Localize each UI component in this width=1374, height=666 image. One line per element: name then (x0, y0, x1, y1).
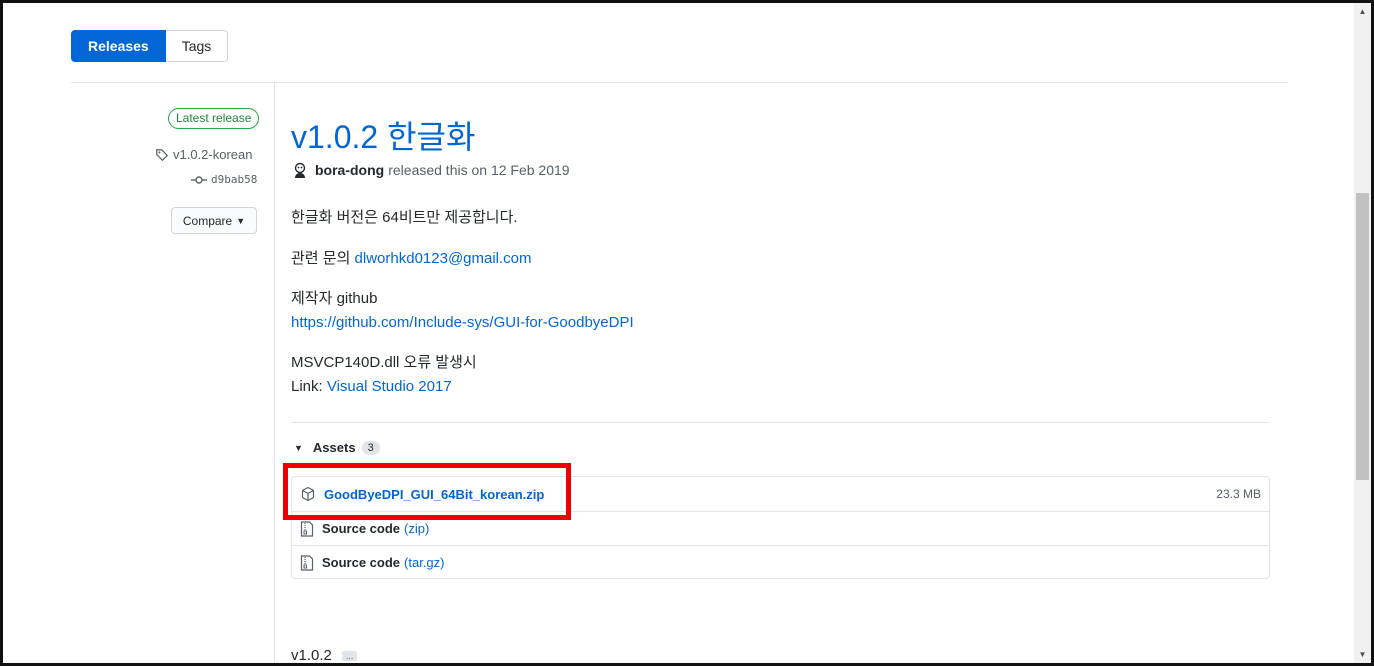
triangle-down-icon: ▼ (294, 442, 303, 453)
github-url-link[interactable]: https://github.com/Include-sys/GUI-for-G… (291, 311, 634, 335)
asset-ext[interactable]: (tar.gz) (404, 555, 444, 570)
contact-email-link[interactable]: dlworhkd0123@gmail.com (355, 250, 532, 267)
next-release-header: v1.0.2 ... (291, 647, 358, 664)
annotation-highlight-box (283, 463, 571, 520)
link-prefix: Link: (291, 378, 327, 395)
file-zip-icon (300, 520, 314, 537)
release-byline: bora-dong released this on 12 Feb 2019 (292, 161, 570, 179)
tag-label: v1.0.2-korean (173, 147, 253, 162)
tab-releases[interactable]: Releases (71, 30, 166, 62)
commit-hash: d9bab58 (211, 173, 258, 186)
scroll-down-arrow-icon[interactable]: ▼ (1354, 646, 1371, 663)
author-link[interactable]: bora-dong (315, 162, 384, 178)
assets-count: 3 (361, 440, 380, 455)
contact-prefix: 관련 문의 (291, 250, 355, 267)
scrollbar-thumb[interactable] (1356, 193, 1369, 480)
compare-button[interactable]: Compare ▼ (171, 207, 257, 234)
release-note-line1: 한글화 버전은 64비트만 제공합니다. (291, 209, 518, 226)
release-tag[interactable]: v1.0.2-korean (155, 147, 253, 162)
asset-ext[interactable]: (zip) (404, 521, 429, 536)
compare-label: Compare (182, 213, 233, 228)
tag-icon (156, 148, 169, 161)
asset-row[interactable]: Source code (tar.gz) (292, 545, 1269, 579)
scroll-up-arrow-icon[interactable]: ▲ (1354, 3, 1371, 20)
github-label: 제작자 github (291, 290, 378, 307)
release-note-contact: 관련 문의 dlworhkd0123@gmail.com (291, 247, 532, 271)
commit-icon (191, 175, 207, 184)
asset-size: 23.3 MB (1216, 487, 1261, 501)
release-tabs: Releases Tags (71, 30, 229, 62)
next-release-title[interactable]: v1.0.2 (291, 647, 332, 664)
assets-divider (291, 422, 1270, 423)
tab-tags[interactable]: Tags (165, 30, 229, 62)
release-date-text: released this on 12 Feb 2019 (388, 162, 570, 178)
file-zip-icon (300, 554, 314, 571)
header-divider (71, 82, 1288, 83)
msvcp-note: MSVCP140D.dll 오류 발생시 (291, 354, 477, 371)
visual-studio-link[interactable]: Visual Studio 2017 (327, 378, 452, 395)
release-note-github: 제작자 github https://github.com/Include-sy… (291, 287, 634, 335)
assets-toggle[interactable]: ▼ Assets 3 (294, 440, 380, 455)
asset-name[interactable]: Source code (322, 555, 400, 570)
assets-label: Assets (312, 440, 356, 455)
expand-dots-button[interactable]: ... (341, 650, 358, 661)
avatar[interactable] (292, 161, 308, 179)
release-title[interactable]: v1.0.2 한글화 (291, 112, 475, 158)
vertical-scrollbar[interactable]: ▲ ▼ (1354, 3, 1371, 663)
caret-down-icon: ▼ (236, 215, 246, 226)
latest-release-badge: Latest release (168, 108, 260, 129)
asset-name[interactable]: Source code (322, 521, 400, 536)
release-note-msvcp: MSVCP140D.dll 오류 발생시 Link: Visual Studio… (291, 351, 477, 399)
release-commit[interactable]: d9bab58 (191, 173, 257, 186)
timeline-divider (274, 83, 275, 666)
